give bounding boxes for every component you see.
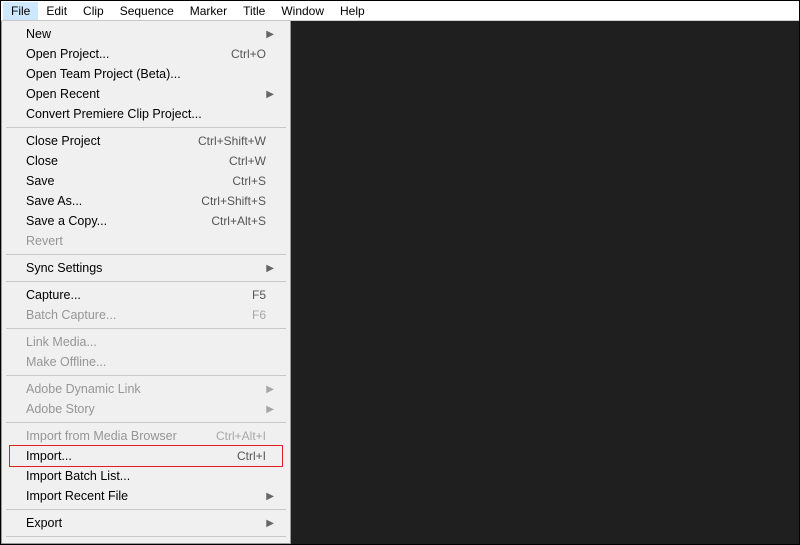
menubar-item-label: Clip xyxy=(83,4,104,18)
chevron-right-icon: ▶ xyxy=(266,263,274,274)
menu-item-batch-capture: Batch Capture...F6 xyxy=(4,305,288,325)
menubar-item-marker[interactable]: Marker xyxy=(182,2,235,20)
menubar-item-label: Help xyxy=(340,4,365,18)
menu-item-make-offline: Make Offline... xyxy=(4,352,288,372)
menubar-item-edit[interactable]: Edit xyxy=(38,2,75,20)
menubar-item-help[interactable]: Help xyxy=(332,2,373,20)
menu-item-revert: Revert xyxy=(4,231,288,251)
chevron-right-icon: ▶ xyxy=(266,518,274,529)
menu-item-label: Import Batch List... xyxy=(26,469,266,483)
menubar-item-label: Title xyxy=(243,4,265,18)
chevron-right-icon: ▶ xyxy=(266,29,274,40)
menubar-item-label: Window xyxy=(281,4,324,18)
menu-item-label: Capture... xyxy=(26,288,252,302)
app-window: File Edit Clip Sequence Marker Title Window Hel… xyxy=(0,0,800,545)
menu-item-shortcut: Ctrl+S xyxy=(232,174,266,188)
menu-item-label: Export xyxy=(26,516,266,530)
menu-item-import-recent-file[interactable]: Import Recent File▶ xyxy=(4,486,288,506)
menu-item-save-a-copy[interactable]: Save a Copy...Ctrl+Alt+S xyxy=(4,211,288,231)
menubar-item-label: Edit xyxy=(46,4,67,18)
menu-separator xyxy=(6,328,286,329)
menu-separator xyxy=(6,254,286,255)
menu-item-shortcut: Ctrl+O xyxy=(231,47,266,61)
chevron-right-icon: ▶ xyxy=(266,384,274,395)
workspace-frame xyxy=(291,21,799,544)
menu-item-new[interactable]: New▶ xyxy=(4,24,288,44)
menu-item-import[interactable]: Import...Ctrl+I xyxy=(4,446,288,466)
menu-item-label: Save a Copy... xyxy=(26,214,211,228)
menu-item-label: Import from Media Browser xyxy=(26,429,216,443)
chevron-right-icon: ▶ xyxy=(266,89,274,100)
menu-item-export[interactable]: Export▶ xyxy=(4,513,288,533)
menubar-item-label: Sequence xyxy=(120,4,174,18)
workspace xyxy=(291,21,799,544)
menubar-item-label: File xyxy=(11,4,30,18)
menu-item-adobe-dynamic-link: Adobe Dynamic Link▶ xyxy=(4,379,288,399)
menu-item-label: Link Media... xyxy=(26,335,266,349)
menu-item-shortcut: Ctrl+Shift+W xyxy=(198,134,266,148)
menu-item-label: Save xyxy=(26,174,232,188)
menubar-item-title[interactable]: Title xyxy=(235,2,273,20)
menu-item-open-team-project-beta[interactable]: Open Team Project (Beta)... xyxy=(4,64,288,84)
menu-separator xyxy=(6,509,286,510)
menu-item-shortcut: F6 xyxy=(252,308,266,322)
menu-separator xyxy=(6,422,286,423)
app-body: New▶Open Project...Ctrl+OOpen Team Proje… xyxy=(1,21,799,544)
menubar-item-clip[interactable]: Clip xyxy=(75,2,112,20)
menu-item-label: Open Project... xyxy=(26,47,231,61)
menu-item-label: Sync Settings xyxy=(26,261,266,275)
chevron-right-icon: ▶ xyxy=(266,404,274,415)
file-menu-dropdown: New▶Open Project...Ctrl+OOpen Team Proje… xyxy=(1,21,291,544)
menu-item-close[interactable]: CloseCtrl+W xyxy=(4,151,288,171)
menu-item-shortcut: Ctrl+Shift+S xyxy=(201,194,266,208)
menu-item-label: Adobe Dynamic Link xyxy=(26,382,266,396)
menu-item-capture[interactable]: Capture...F5 xyxy=(4,285,288,305)
menu-item-label: Make Offline... xyxy=(26,355,266,369)
menu-separator xyxy=(6,375,286,376)
menu-item-convert-premiere-clip-project[interactable]: Convert Premiere Clip Project... xyxy=(4,104,288,124)
menu-item-label: Import... xyxy=(26,449,237,463)
menu-item-link-media: Link Media... xyxy=(4,332,288,352)
menu-item-label: Import Recent File xyxy=(26,489,266,503)
menu-item-save-as[interactable]: Save As...Ctrl+Shift+S xyxy=(4,191,288,211)
menu-item-open-project[interactable]: Open Project...Ctrl+O xyxy=(4,44,288,64)
menubar-item-window[interactable]: Window xyxy=(273,2,332,20)
menubar-item-label: Marker xyxy=(190,4,227,18)
menu-item-label: Close Project xyxy=(26,134,198,148)
menu-item-label: Revert xyxy=(26,234,266,248)
menubar-item-sequence[interactable]: Sequence xyxy=(112,2,182,20)
menu-item-sync-settings[interactable]: Sync Settings▶ xyxy=(4,258,288,278)
menu-item-close-project[interactable]: Close ProjectCtrl+Shift+W xyxy=(4,131,288,151)
menu-separator xyxy=(6,281,286,282)
menu-item-label: Close xyxy=(26,154,229,168)
menu-item-open-recent[interactable]: Open Recent▶ xyxy=(4,84,288,104)
menu-item-label: Save As... xyxy=(26,194,201,208)
menu-item-import-batch-list[interactable]: Import Batch List... xyxy=(4,466,288,486)
menu-item-label: Open Recent xyxy=(26,87,266,101)
menubar-item-file[interactable]: File xyxy=(3,2,38,20)
menubar: File Edit Clip Sequence Marker Title Window Hel… xyxy=(1,1,799,21)
menu-item-label: Batch Capture... xyxy=(26,308,252,322)
menu-item-label: Open Team Project (Beta)... xyxy=(26,67,266,81)
menu-item-label: Adobe Story xyxy=(26,402,266,416)
menu-item-import-from-media-browser: Import from Media BrowserCtrl+Alt+I xyxy=(4,426,288,446)
menu-item-adobe-story: Adobe Story▶ xyxy=(4,399,288,419)
menu-item-shortcut: Ctrl+I xyxy=(237,449,266,463)
menu-item-label: New xyxy=(26,27,266,41)
menu-item-save[interactable]: SaveCtrl+S xyxy=(4,171,288,191)
menu-item-shortcut: Ctrl+W xyxy=(229,154,266,168)
menu-item-shortcut: Ctrl+Alt+I xyxy=(216,429,266,443)
chevron-right-icon: ▶ xyxy=(266,491,274,502)
menu-item-shortcut: F5 xyxy=(252,288,266,302)
menu-separator xyxy=(6,536,286,537)
menu-item-shortcut: Ctrl+Alt+S xyxy=(211,214,266,228)
menu-separator xyxy=(6,127,286,128)
menu-item-label: Convert Premiere Clip Project... xyxy=(26,107,266,121)
